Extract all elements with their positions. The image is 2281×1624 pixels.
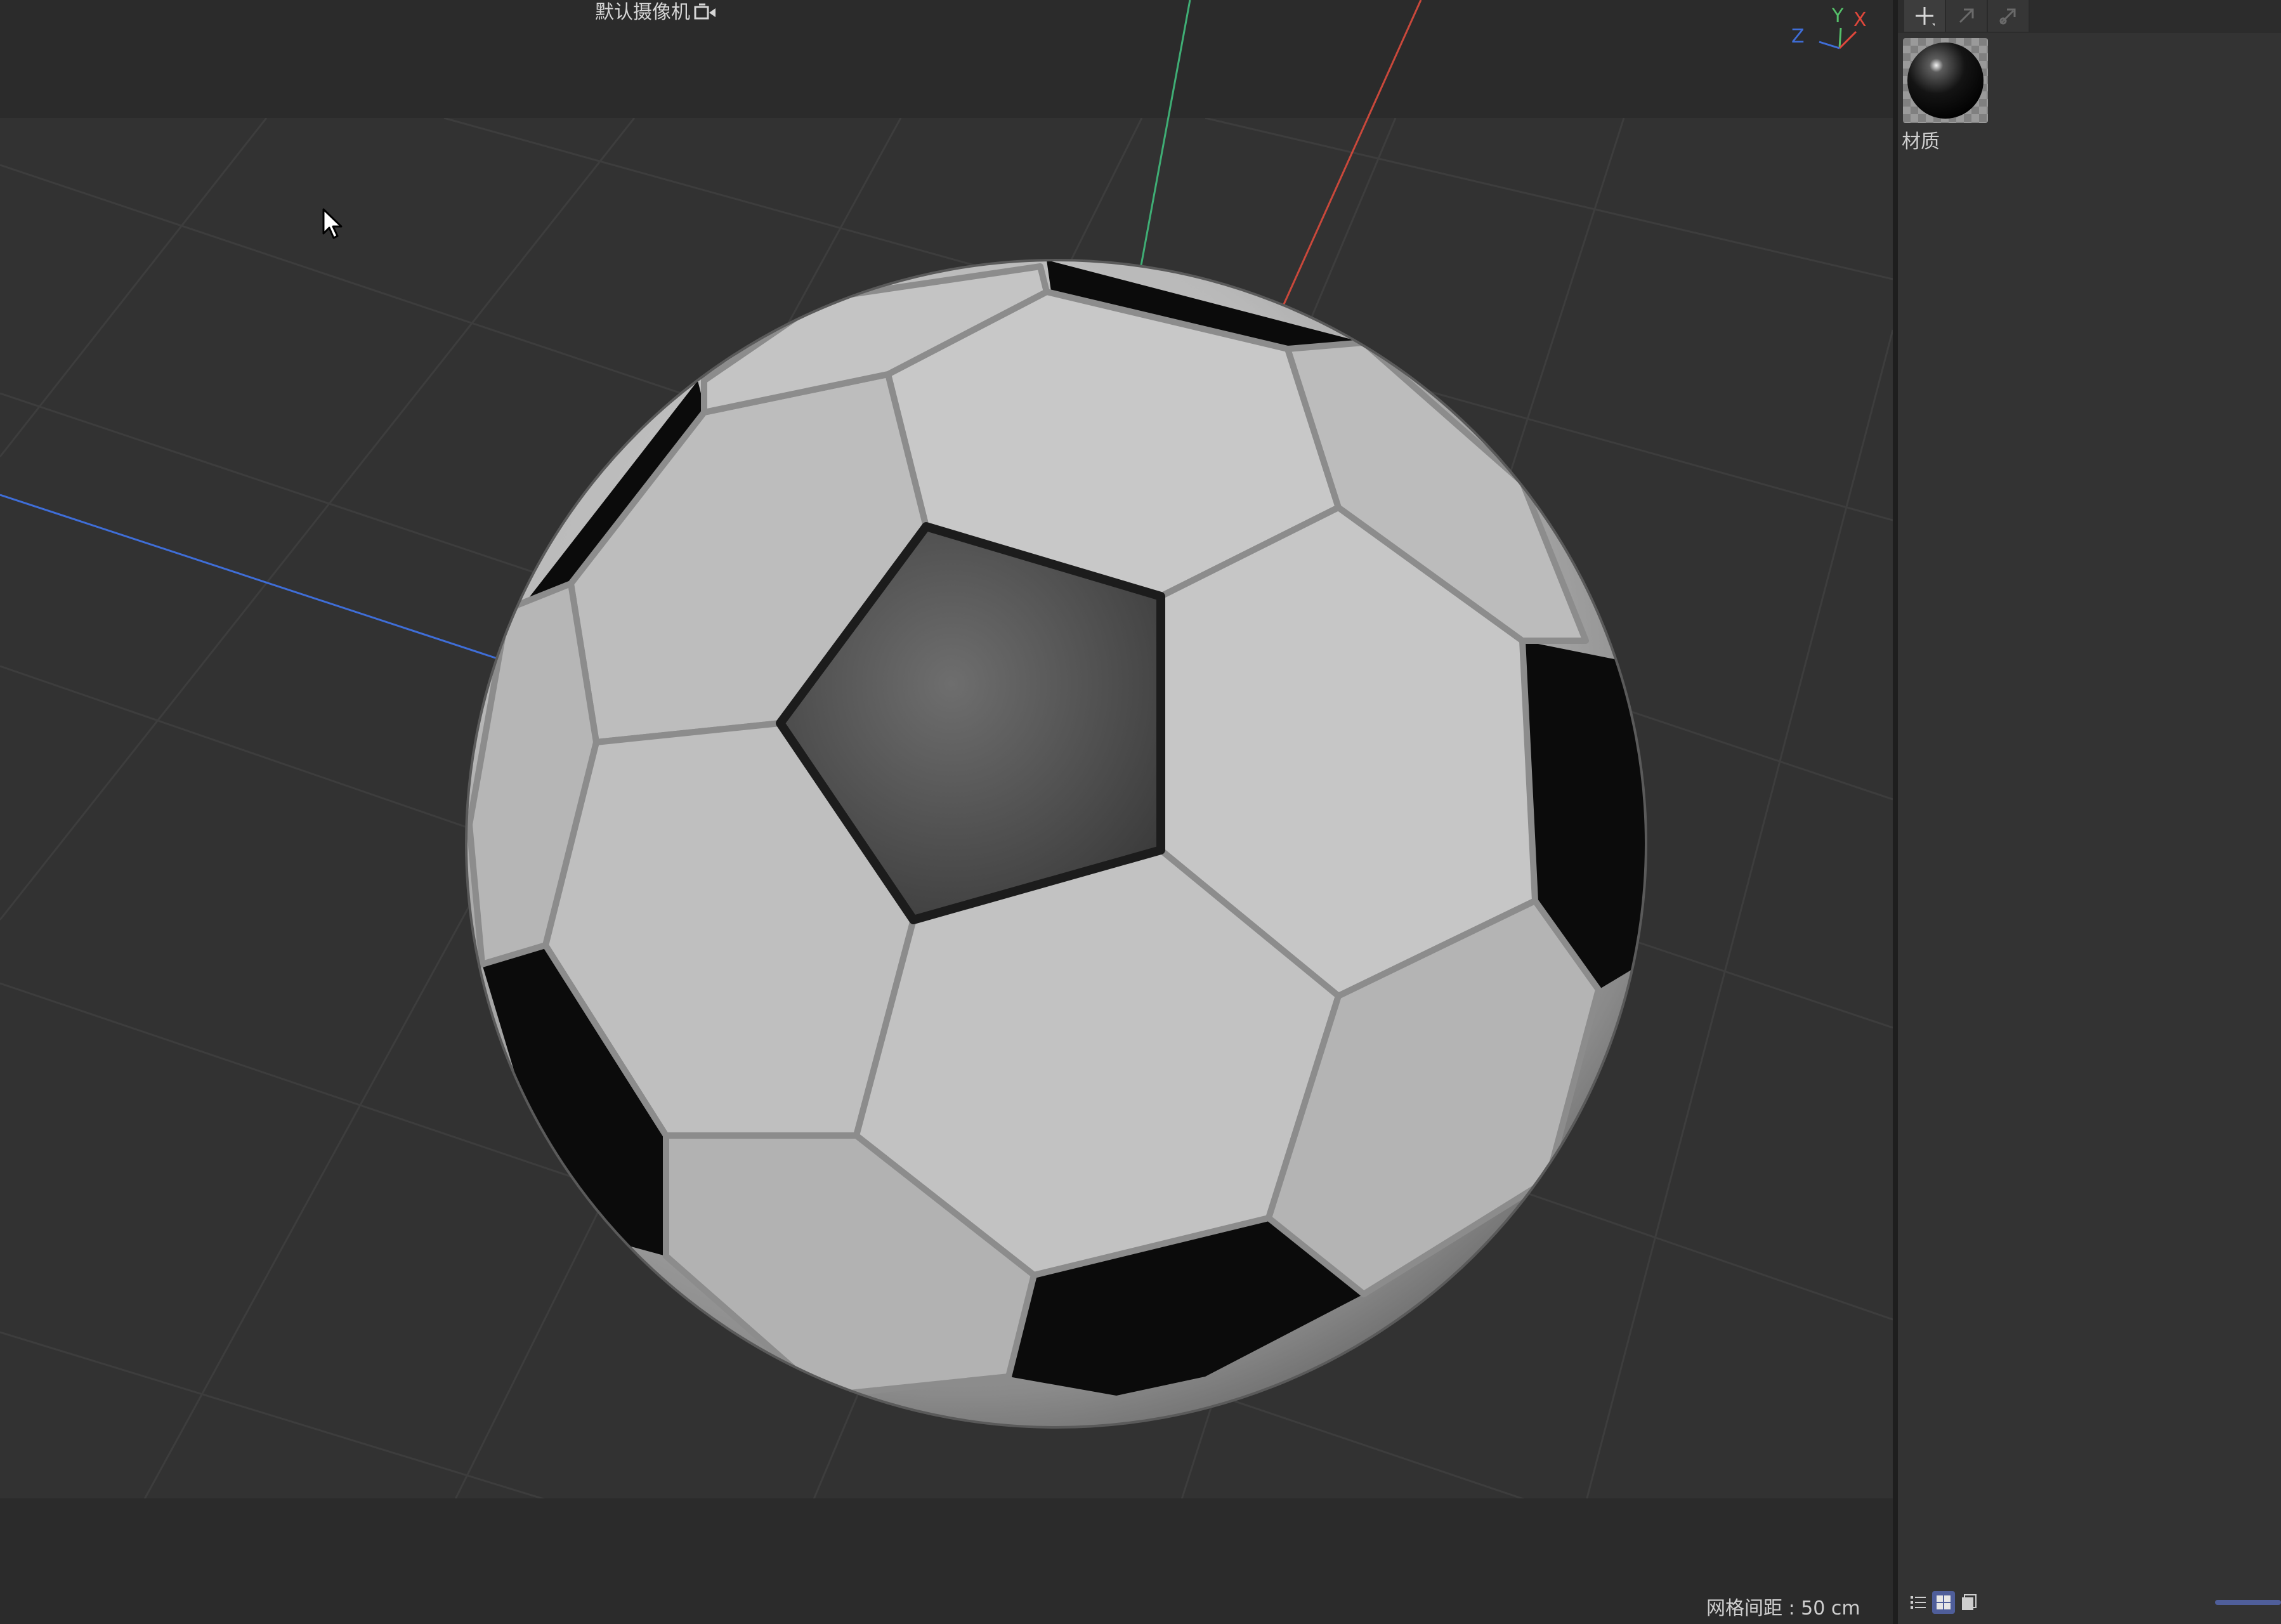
axis-z-label: Z	[1791, 25, 1805, 48]
mouse-pointer-icon	[322, 208, 343, 239]
pointer-arrow-icon	[1959, 8, 1974, 23]
axis-gizmo: Y X Z	[1782, 4, 1871, 65]
thumbnail-size-slider[interactable]	[2215, 1600, 2281, 1605]
single-view-button[interactable]	[1957, 1591, 1980, 1614]
3d-viewport[interactable]: 默认摄像机 Y X Z 网格间距 : 50 cm	[0, 0, 1893, 1624]
single-view-icon	[1962, 1594, 1977, 1610]
list-view-icon	[1911, 1596, 1926, 1609]
grid-view-button[interactable]	[1932, 1591, 1955, 1614]
camera-label[interactable]: 默认摄像机	[595, 0, 723, 25]
link-material-button[interactable]	[1988, 0, 2030, 32]
list-view-button[interactable]	[1907, 1591, 1930, 1614]
axis-y-label: Y	[1832, 5, 1844, 27]
viewport-scene[interactable]	[0, 0, 1893, 1624]
camera-name: 默认摄像机	[595, 1, 690, 23]
grid-view-icon	[1937, 1595, 1951, 1609]
material-panel-footer	[1898, 1586, 2281, 1624]
camera-icon	[694, 3, 716, 20]
cinema4d-window: 默认摄像机 Y X Z 网格间距 : 50 cm 材质	[0, 0, 2281, 1624]
material-toolbar	[1898, 0, 2281, 33]
apply-material-button[interactable]	[1946, 0, 1988, 32]
material-name-label[interactable]: 材质	[1902, 126, 1940, 154]
soccer-ball[interactable]	[465, 259, 1662, 1429]
axis-x-label: X	[1853, 9, 1867, 31]
add-icon	[1916, 7, 1935, 26]
add-material-button[interactable]	[1904, 0, 1946, 32]
grid-spacing-readout: 网格间距 : 50 cm	[1706, 1597, 1860, 1620]
arrow-link-icon	[1999, 8, 2016, 25]
panel-divider[interactable]	[1893, 0, 1898, 1624]
material-manager-panel: 材质	[1898, 0, 2281, 1624]
material-thumbnail[interactable]	[1903, 38, 1988, 123]
material-sphere-preview	[1907, 43, 1984, 119]
